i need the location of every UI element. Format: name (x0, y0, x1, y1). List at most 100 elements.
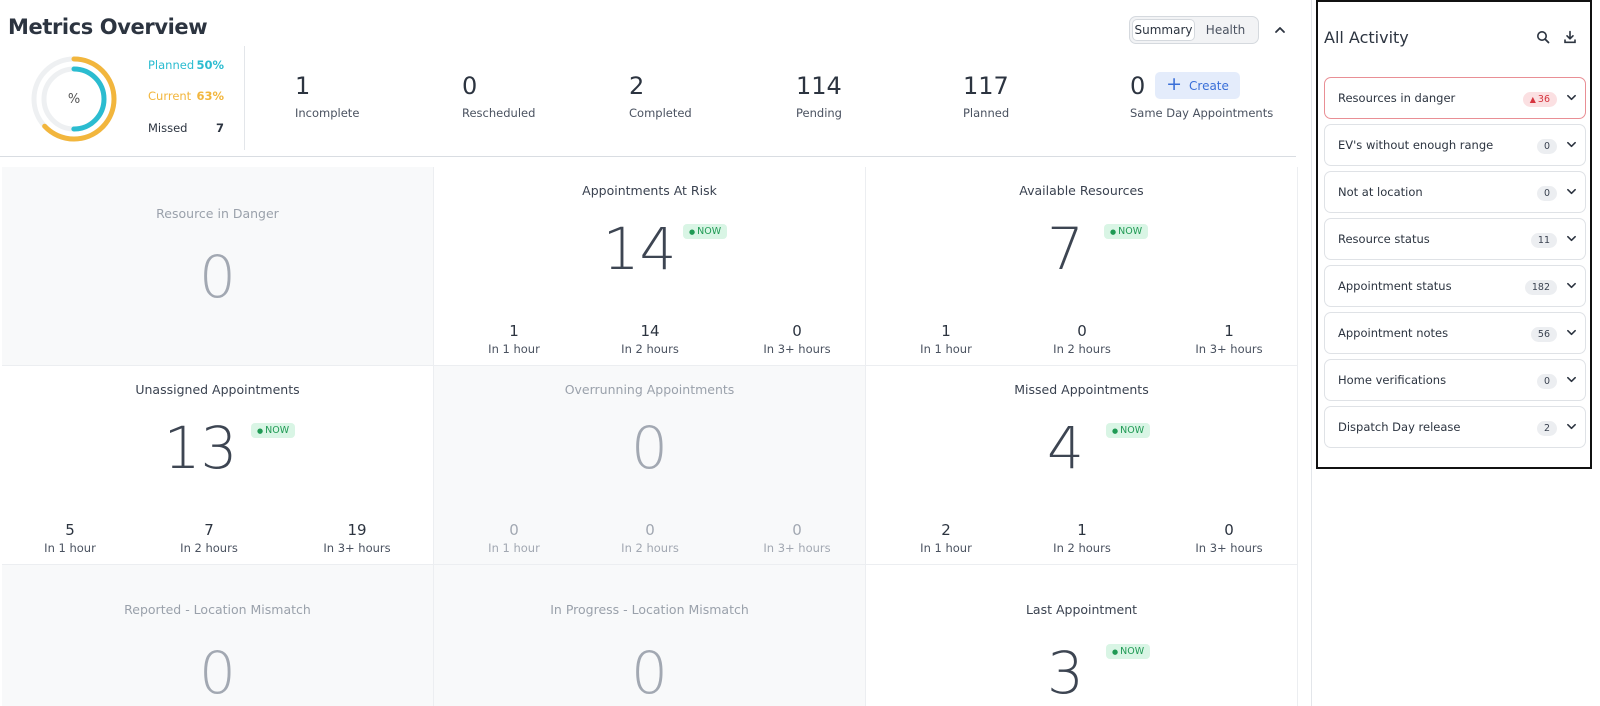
page-title: Metrics Overview (8, 15, 208, 39)
chevron-down-icon[interactable] (1563, 136, 1579, 152)
card-appointments-at-risk[interactable]: Appointments At Risk 14 ● NOW 1 In 1 hour… (434, 167, 866, 366)
card-value: 0 (631, 414, 668, 482)
card-missed-appointments[interactable]: Missed Appointments 4 ● NOW 2 In 1 hour 1… (866, 366, 1298, 565)
now-badge: ● NOW (683, 224, 728, 239)
stat-value: 117 (963, 72, 1009, 100)
divider (0, 156, 1296, 157)
sub-stat: 0 In 3+ hours (1149, 521, 1309, 555)
create-button[interactable]: + Create (1155, 72, 1240, 99)
activity-item-resources-in-danger[interactable]: Resources in danger ▲ 36 (1324, 77, 1586, 119)
legend-missed-label: Missed (148, 121, 188, 135)
activity-item-count: 0 (1536, 374, 1557, 389)
chevron-down-icon[interactable] (1563, 183, 1579, 199)
donut-center-label: % (67, 91, 81, 107)
card-title: Last Appointment (1025, 602, 1138, 617)
sub-stat: 5 In 1 hour (0, 521, 150, 555)
activity-item-evs-range[interactable]: EV's without enough range 0 (1324, 124, 1586, 166)
activity-item-label: Resources in danger (1338, 91, 1456, 105)
sub-value: 0 (645, 521, 655, 539)
count-value: 36 (1537, 94, 1550, 105)
sub-stat: 0 In 2 hours (570, 521, 730, 555)
sub-value: 0 (1077, 322, 1087, 340)
activity-item-home-verifications[interactable]: Home verifications 0 (1324, 359, 1586, 401)
card-unassigned-appointments[interactable]: Unassigned Appointments 13 ● NOW 5 In 1 h… (2, 366, 434, 565)
activity-item-not-at-location[interactable]: Not at location 0 (1324, 171, 1586, 213)
card-value: 0 (631, 639, 668, 706)
stat-label: Same Day Appointments (1130, 106, 1274, 120)
card-last-appointment[interactable]: Last Appointment 3 ● NOW (866, 565, 1298, 706)
sub-stat: 0 In 2 hours (1002, 322, 1162, 356)
sub-value: 0 (792, 521, 802, 539)
stat-label: Rescheduled (462, 106, 536, 120)
chevron-down-icon[interactable] (1563, 230, 1579, 246)
warning-icon: ▲ (1529, 95, 1536, 104)
legend-planned-value: 50% (196, 58, 224, 72)
sub-label: In 2 hours (1053, 541, 1111, 555)
card-value: 0 (199, 243, 236, 311)
stat-pending: 114 Pending (796, 72, 842, 120)
chevron-down-icon[interactable] (1563, 89, 1579, 105)
sub-label: In 3+ hours (323, 541, 391, 555)
legend-missed: Missed 7 (148, 121, 224, 135)
activity-item-appointment-notes[interactable]: Appointment notes 56 (1324, 312, 1586, 354)
badge-label: NOW (1118, 226, 1143, 237)
card-value: 13 (163, 414, 238, 482)
sub-stat: 0 In 3+ hours (717, 521, 877, 555)
now-badge: ● NOW (1104, 224, 1149, 239)
activity-item-count: 2 (1536, 421, 1557, 436)
sub-stat: 1 In 2 hours (1002, 521, 1162, 555)
card-in-progress-location-mismatch[interactable]: In Progress - Location Mismatch 0 (434, 565, 866, 706)
divider (1311, 0, 1312, 706)
activity-item-count: 0 (1536, 139, 1557, 154)
stat-label: Completed (629, 106, 692, 120)
now-badge: ● NOW (1106, 644, 1151, 659)
badge-label: NOW (697, 226, 722, 237)
activity-item-label: Appointment notes (1338, 326, 1449, 340)
sub-value: 1 (1077, 521, 1087, 539)
badge-label: NOW (1120, 646, 1145, 657)
card-reported-location-mismatch[interactable]: Reported - Location Mismatch 0 (2, 565, 434, 706)
sub-label: In 2 hours (621, 342, 679, 356)
stat-rescheduled: 0 Rescheduled (462, 72, 535, 120)
stat-label: Incomplete (295, 106, 360, 120)
chevron-down-icon[interactable] (1563, 371, 1579, 387)
card-overrunning-appointments[interactable]: Overrunning Appointments 0 0 In 1 hour 0… (434, 366, 866, 565)
legend-current-value: 63% (196, 89, 224, 103)
card-available-resources[interactable]: Available Resources 7 ● NOW 1 In 1 hour 0… (866, 167, 1298, 366)
chevron-down-icon[interactable] (1563, 277, 1579, 293)
chevron-up-icon[interactable] (1270, 20, 1290, 40)
download-icon[interactable] (1561, 28, 1579, 46)
legend-current-label: Current (148, 89, 192, 103)
tab-health[interactable]: Health (1195, 19, 1256, 41)
activity-item-label: Appointment status (1338, 279, 1452, 293)
sub-value: 0 (1224, 521, 1234, 539)
chevron-down-icon[interactable] (1563, 324, 1579, 340)
sub-label: In 2 hours (1053, 342, 1111, 356)
sub-value: 7 (204, 521, 214, 539)
legend-missed-value: 7 (215, 121, 224, 135)
sub-stat: 14 In 2 hours (570, 322, 730, 356)
card-value: 7 (1047, 215, 1084, 283)
sub-label: In 2 hours (621, 541, 679, 555)
activity-item-dispatch-day-release[interactable]: Dispatch Day release 2 (1324, 406, 1586, 448)
plus-icon: + (1166, 73, 1183, 95)
legend-planned: Planned 50% (148, 58, 224, 72)
activity-item-appointment-status[interactable]: Appointment status 182 (1324, 265, 1586, 307)
card-resource-in-danger[interactable]: Resource in Danger 0 (2, 167, 434, 366)
tab-summary[interactable]: Summary (1132, 19, 1195, 41)
search-icon[interactable] (1534, 28, 1552, 46)
activity-item-resource-status[interactable]: Resource status 11 (1324, 218, 1586, 260)
badge-label: NOW (1120, 425, 1145, 436)
legend-planned-label: Planned (148, 58, 195, 72)
sub-label: In 3+ hours (763, 541, 831, 555)
metrics-overview: Metrics Overview Summary Health % Planne… (0, 0, 1304, 706)
stat-planned: 117 Planned (963, 72, 1009, 120)
badge-label: NOW (265, 425, 290, 436)
chevron-down-icon[interactable] (1563, 418, 1579, 434)
activity-item-label: EV's without enough range (1338, 138, 1494, 152)
activity-item-label: Not at location (1338, 185, 1423, 199)
card-value: 3 (1047, 639, 1084, 706)
card-title: Missed Appointments (1014, 382, 1149, 397)
card-title: Overrunning Appointments (564, 382, 735, 397)
stat-value: 2 (629, 72, 645, 100)
